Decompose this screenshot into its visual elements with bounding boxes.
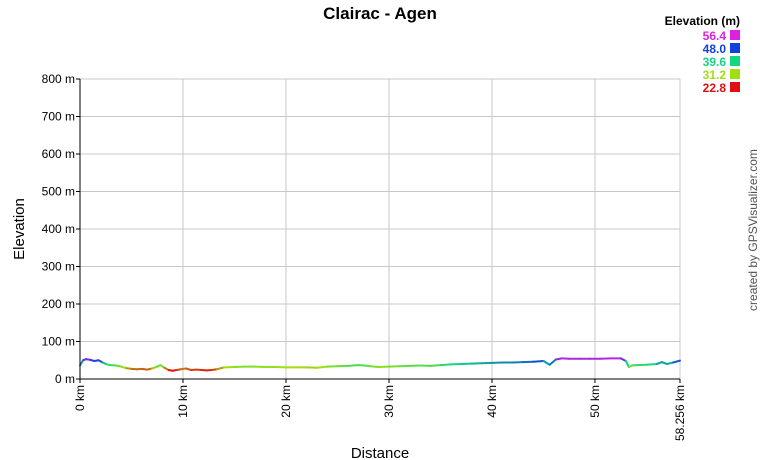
x-tick-label: 50 km [588, 385, 602, 418]
x-tick-label: 20 km [279, 385, 293, 418]
profile-segment [624, 360, 630, 368]
y-tick-label: 600 m [42, 147, 75, 161]
profile-segment [645, 363, 658, 366]
y-axis-title: Elevation [11, 198, 28, 260]
y-tick-label: 400 m [42, 222, 75, 236]
elevation-profile-line [79, 357, 681, 372]
legend-title: Elevation (m) [665, 14, 740, 28]
y-tick-label: 100 m [42, 335, 75, 349]
credit-text: created by GPSVisualizer.com [746, 149, 760, 311]
profile-segment [532, 360, 545, 363]
legend-swatch [730, 56, 740, 66]
x-tick-label: 0 km [73, 385, 87, 411]
legend-swatch [730, 30, 740, 40]
profile-segment [429, 364, 442, 367]
x-tick-label: 58.256 km [673, 385, 687, 441]
profile-segment [346, 364, 360, 367]
x-tick-label: 30 km [382, 385, 396, 418]
legend-swatch [730, 82, 740, 92]
y-tick-labels: 0 m 100 m 200 m 300 m 400 m 500 m 600 m 700 m 80… [42, 72, 75, 386]
x-tick-label: 40 km [485, 385, 499, 418]
legend-entry-label: 22.8 [703, 81, 727, 95]
y-tick-label: 300 m [42, 260, 75, 274]
profile-segment [542, 360, 551, 366]
legend-entry-label: 39.6 [703, 55, 727, 69]
y-tick-label: 800 m [42, 72, 75, 86]
elevation-profile-chart: Clairac - Agen 0 m 100 m 200 m 300 m 400 m 50… [11, 4, 760, 460]
profile-segment [672, 359, 681, 364]
legend-entry-label: 31.2 [703, 68, 727, 82]
y-tick-label: 200 m [42, 297, 75, 311]
y-tick-label: 500 m [42, 185, 75, 199]
legend: 56.448.039.631.222.8 [703, 29, 740, 95]
profile-segment [548, 358, 557, 366]
legend-swatch [730, 43, 740, 53]
x-axis-title: Distance [351, 445, 409, 460]
chart-title: Clairac - Agen [323, 4, 437, 23]
legend-entry-label: 56.4 [703, 29, 727, 43]
legend-entry-label: 48.0 [703, 42, 727, 56]
chart-axes [76, 78, 681, 383]
x-tick-labels: 0 km 10 km 20 km 30 km 40 km 50 km 58.256 km [73, 385, 687, 441]
grid-lines [80, 78, 681, 379]
legend-swatch [730, 69, 740, 79]
profile-segment [369, 365, 380, 368]
profile-segment [315, 365, 329, 369]
y-tick-label: 700 m [42, 110, 75, 124]
x-tick-label: 10 km [176, 385, 190, 418]
profile-segment [439, 363, 452, 367]
profile-segment [215, 366, 226, 371]
y-tick-label: 0 m [55, 372, 75, 386]
